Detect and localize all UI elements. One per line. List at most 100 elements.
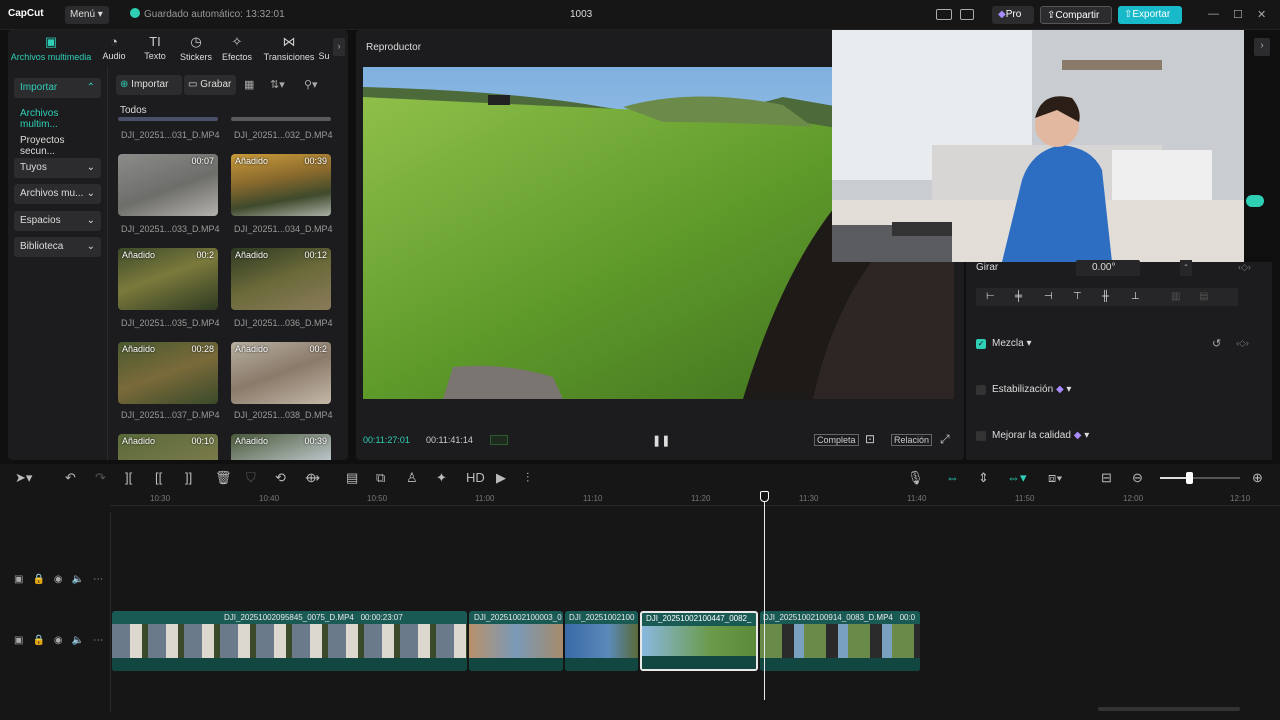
- shield-icon[interactable]: ⛉: [246, 470, 256, 486]
- hd-icon[interactable]: HD: [466, 470, 485, 485]
- pause-icon[interactable]: ❚❚: [652, 434, 670, 447]
- media-thumbnail[interactable]: Añadido 00:2: [231, 342, 331, 404]
- tab-effects[interactable]: ✧ Efectos: [213, 34, 261, 62]
- media-thumbnail[interactable]: Añadido 00:10: [118, 434, 218, 460]
- microphone-icon[interactable]: 🎙: [907, 470, 924, 486]
- rotate-input[interactable]: 0.00°: [1076, 260, 1140, 276]
- sort-icon[interactable]: ⇅▾: [270, 78, 285, 91]
- media-thumbnail[interactable]: [118, 117, 218, 121]
- tab-subtitles[interactable]: Su: [313, 34, 335, 61]
- menu-button[interactable]: Menú ▾: [65, 6, 109, 24]
- speed-icon[interactable]: ⟴: [305, 470, 320, 486]
- stabilize-label[interactable]: Estabilización ◆ ▾: [992, 384, 1071, 395]
- import-button[interactable]: ⊕ Importar: [116, 75, 182, 95]
- caption-icon[interactable]: ▤: [346, 470, 358, 486]
- align-middle-icon[interactable]: ╫: [1102, 291, 1109, 302]
- lock-icon[interactable]: 🔒: [32, 635, 53, 646]
- split-left-icon[interactable]: [[: [155, 470, 162, 485]
- grid-view-icon[interactable]: ▦: [244, 78, 254, 91]
- enhance-label[interactable]: Mejorar la calidad ◆ ▾: [992, 430, 1089, 441]
- minimize-icon[interactable]: —: [1208, 8, 1219, 20]
- magic-icon[interactable]: ✦: [436, 470, 447, 486]
- align-bottom-icon[interactable]: ⊥: [1131, 291, 1140, 302]
- playhead[interactable]: [764, 500, 765, 700]
- filter-icon[interactable]: ⚲▾: [304, 78, 318, 91]
- timecode-format-icon[interactable]: [490, 435, 508, 445]
- ratio-button[interactable]: Relación: [891, 434, 933, 446]
- tabs-scroll-right[interactable]: ›: [333, 38, 345, 56]
- timeline-clip[interactable]: DJI_20251002100914_0083_D.MP4 00:0: [760, 611, 920, 671]
- export-button[interactable]: ⇧Exportar: [1118, 6, 1182, 24]
- magnet-icon[interactable]: ⇔: [946, 470, 959, 485]
- media-thumbnail[interactable]: Añadido 00:12: [231, 248, 331, 310]
- speaker-icon[interactable]: 🔈: [72, 574, 93, 585]
- blend-checkbox[interactable]: ✓: [976, 339, 986, 349]
- stabilize-checkbox[interactable]: [976, 385, 986, 395]
- select-tool-icon[interactable]: ➤▾: [15, 470, 32, 486]
- keyframe-diamond-icon[interactable]: ‹◇›: [1236, 338, 1249, 349]
- undo-icon[interactable]: ↶: [65, 470, 76, 486]
- distribute-v-icon[interactable]: ▤: [1199, 291, 1208, 302]
- reset-icon[interactable]: ↺: [1212, 337, 1221, 350]
- link-icon[interactable]: ⇕: [978, 470, 989, 486]
- tab-transitions[interactable]: ⋈ Transiciones: [260, 34, 318, 62]
- blend-label[interactable]: Mezcla ▾: [992, 338, 1032, 349]
- media-thumbnail[interactable]: Añadido 00:39: [231, 154, 331, 216]
- split-icon[interactable]: ][: [125, 470, 132, 485]
- pro-button[interactable]: ◆Pro: [992, 6, 1034, 24]
- share-button[interactable]: ⇪Compartir: [1040, 6, 1112, 24]
- close-icon[interactable]: ✕: [1257, 8, 1266, 21]
- tab-media[interactable]: ▣ Archivos multimedia: [8, 34, 94, 62]
- sidebar-item-secondary-projects[interactable]: Proyectos secun...: [14, 131, 101, 157]
- snap-icon[interactable]: ⇔▾: [1007, 470, 1027, 486]
- video-effect-icon[interactable]: ▶: [496, 470, 506, 486]
- playhead-handle[interactable]: [760, 491, 769, 502]
- timeline-clip-selected[interactable]: DJI_20251002100447_0082_: [640, 611, 758, 671]
- sidebar-item-spaces[interactable]: Espacios ⌄: [14, 211, 101, 231]
- full-quality-button[interactable]: Completa: [814, 434, 859, 446]
- fullscreen-icon[interactable]: ⤢: [940, 432, 950, 447]
- sidebar-item-yours[interactable]: Tuyos ⌄: [14, 158, 101, 178]
- eye-icon[interactable]: ◉: [54, 635, 72, 646]
- keyframe-diamond-icon[interactable]: ‹◇›: [1238, 262, 1251, 273]
- caption-track-icon[interactable]: ⊟: [1101, 470, 1112, 486]
- distribute-h-icon[interactable]: ▥: [1171, 291, 1180, 302]
- media-thumbnail[interactable]: Añadido 00:39: [231, 434, 331, 460]
- timeline-clip[interactable]: DJI_20251002100: [565, 611, 638, 671]
- media-thumbnail[interactable]: [231, 117, 331, 121]
- timeline-scrollbar[interactable]: [1098, 707, 1240, 711]
- crop-icon[interactable]: ⧉: [376, 470, 385, 486]
- loop-icon[interactable]: ⟲: [275, 470, 286, 486]
- preview-axis-icon[interactable]: ⧈▾: [1048, 470, 1063, 486]
- zoom-in-icon[interactable]: ⊕: [1252, 470, 1263, 486]
- sidebar-item-import[interactable]: Importar ⌃: [14, 78, 101, 98]
- record-button[interactable]: ▭ Grabar: [184, 75, 236, 95]
- rotate-minus-button[interactable]: -: [1180, 260, 1192, 276]
- align-left-icon[interactable]: ⊢: [986, 291, 995, 302]
- media-thumbnail[interactable]: 00:07: [118, 154, 218, 216]
- zoom-out-icon[interactable]: ⊖: [1132, 470, 1143, 486]
- redo-icon[interactable]: ↷: [95, 470, 106, 486]
- sidebar-item-files[interactable]: Archivos mu... ⌄: [14, 184, 101, 204]
- maximize-icon[interactable]: ☐: [1233, 8, 1243, 21]
- timeline-clip[interactable]: DJI_20251002095845_0075_D.MP4 00:00:23:0…: [112, 611, 467, 671]
- zoom-slider-thumb[interactable]: [1186, 472, 1193, 484]
- split-right-icon[interactable]: ]]: [185, 470, 192, 485]
- media-thumbnail[interactable]: Añadido 00:2: [118, 248, 218, 310]
- layout-icon[interactable]: [936, 9, 952, 20]
- enhance-checkbox[interactable]: [976, 431, 986, 441]
- sidebar-item-library[interactable]: Biblioteca ⌄: [14, 237, 101, 257]
- align-top-icon[interactable]: ⊤: [1073, 291, 1082, 302]
- eye-icon[interactable]: ◉: [54, 574, 72, 585]
- snapshot-icon[interactable]: ⊡: [865, 432, 875, 446]
- delete-icon[interactable]: 🗑: [215, 470, 232, 486]
- audio-wave-icon[interactable]: ⫶: [526, 470, 529, 486]
- person-icon[interactable]: ♙: [406, 470, 418, 486]
- panel-scroll-right[interactable]: ›: [1254, 38, 1270, 56]
- align-right-icon[interactable]: ⊣: [1044, 291, 1053, 302]
- media-thumbnail[interactable]: Añadido 00:28: [118, 342, 218, 404]
- align-center-icon[interactable]: ╪: [1015, 291, 1022, 302]
- timeline-clip[interactable]: DJI_20251002100003_0: [469, 611, 563, 671]
- keyboard-icon[interactable]: [960, 9, 974, 20]
- toggle-switch[interactable]: [1246, 195, 1264, 207]
